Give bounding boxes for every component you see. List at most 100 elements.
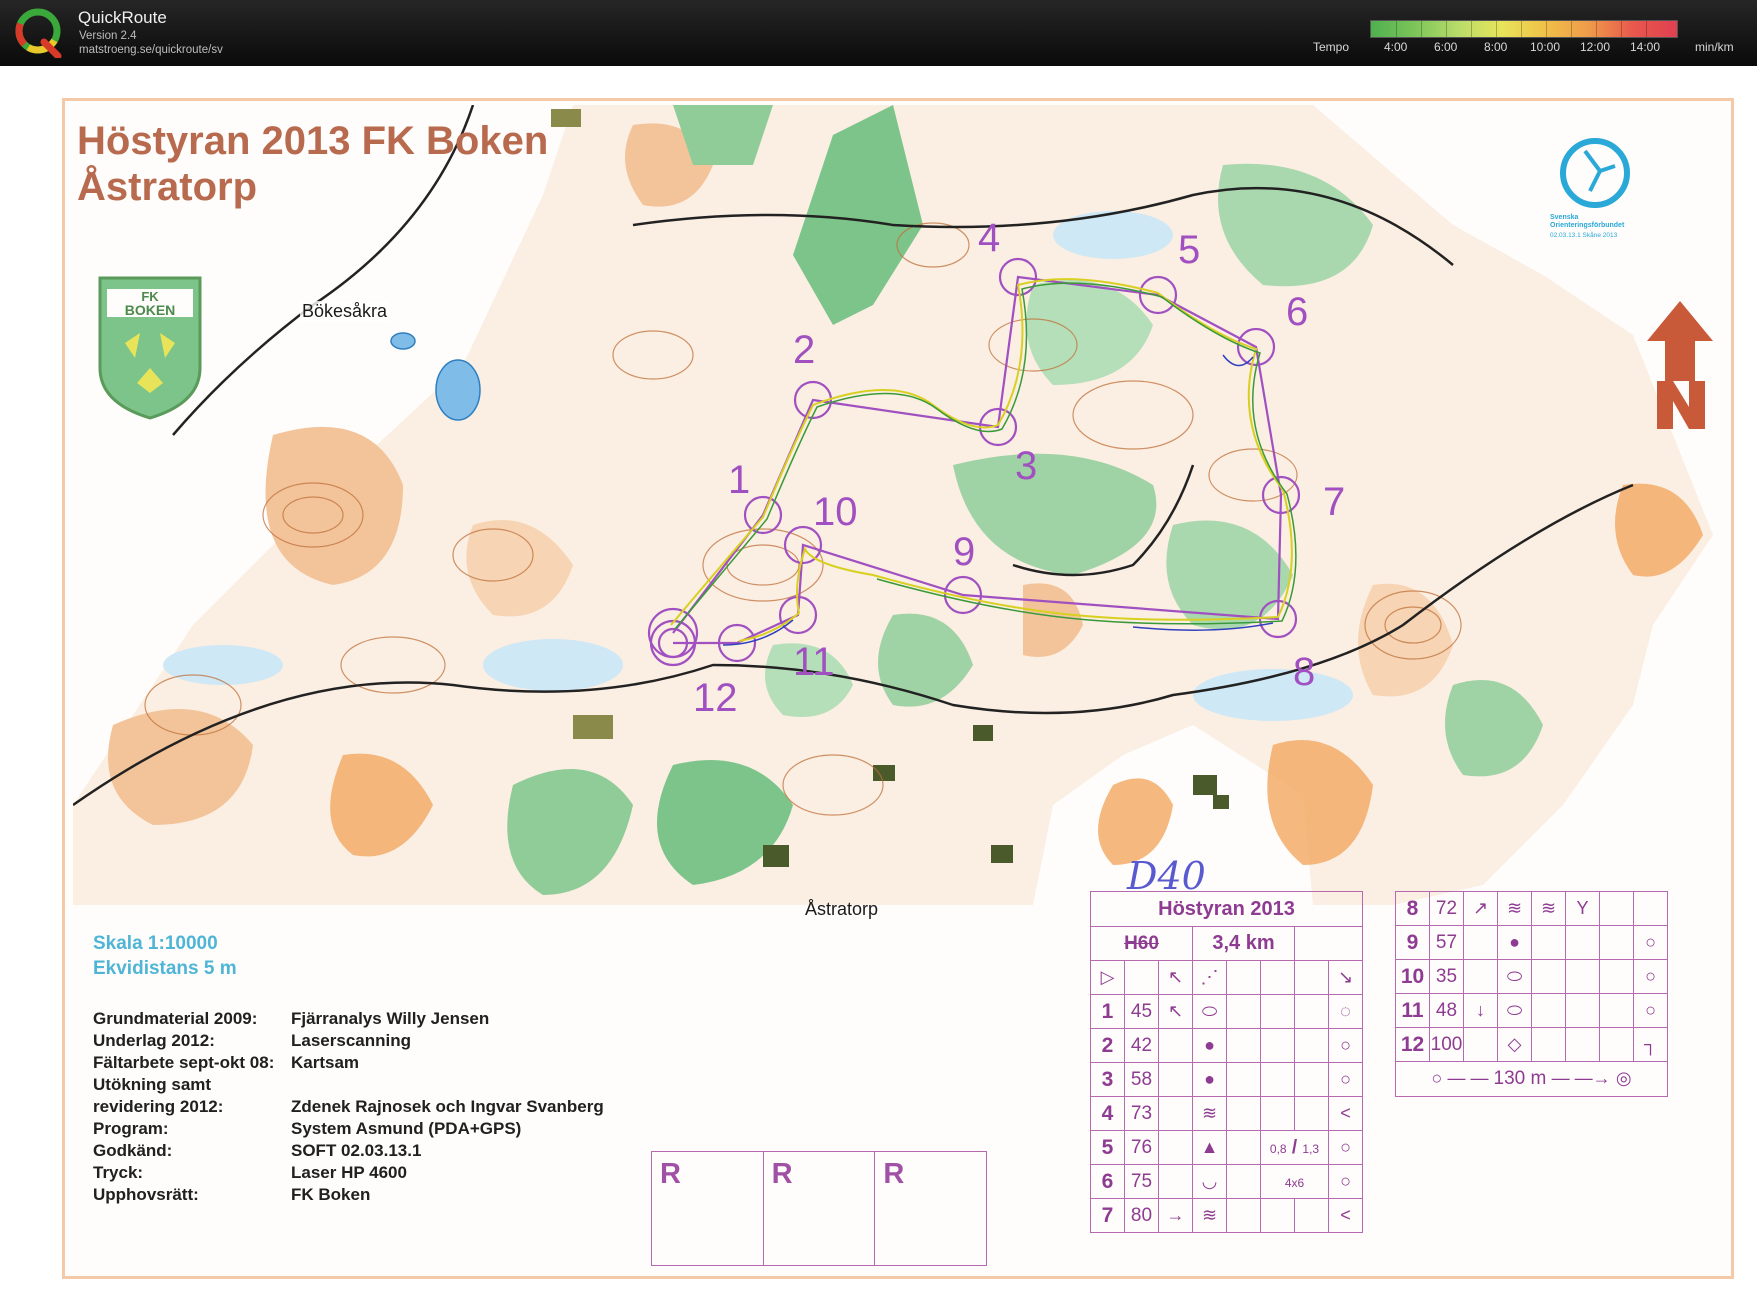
lake	[435, 359, 481, 421]
control-description-table-continued: 8 72 ↗ ≋ ≋ Y 9 57 ● ○ 10 35 ⬭ ○ 11 48 ↓ …	[1395, 891, 1668, 1097]
marsh-area	[483, 639, 623, 691]
app-url-link[interactable]: matstroeng.se/quickroute/sv	[79, 44, 223, 56]
credit-label: Godkänd:	[93, 1141, 173, 1160]
control-code-cell: 45	[1124, 994, 1159, 1029]
control-code-cell: 80	[1124, 1198, 1159, 1233]
depression-icon: ⬭	[1497, 959, 1532, 994]
empty-cell	[1599, 959, 1634, 994]
app-header: QuickRoute Version 2.4 matstroeng.se/qui…	[0, 0, 1757, 66]
map-terrain[interactable]: 1 2 3 4 5 6 7 8 9 10 11 12	[73, 105, 1723, 905]
punch-box: R	[652, 1152, 764, 1265]
course-length: 3,4 km	[1192, 926, 1295, 961]
tempo-tick-mark	[1596, 21, 1597, 37]
building	[1193, 775, 1217, 795]
position-icon: ○	[1633, 925, 1668, 960]
size-value: 4x6	[1284, 1175, 1305, 1190]
map-scale: Skala 1:10000	[93, 933, 218, 954]
marsh-icon: ≋	[1531, 891, 1566, 926]
marsh-area	[163, 645, 283, 685]
club-crest-icon: FK BOKEN	[98, 276, 202, 420]
credit-label: Tryck:	[93, 1163, 144, 1182]
junction-icon: Y	[1565, 891, 1600, 926]
control-code-cell: 73	[1124, 1096, 1159, 1131]
control-number: 1	[728, 458, 750, 502]
direction-icon: ↖	[1158, 994, 1193, 1029]
building	[1213, 795, 1229, 809]
control-number-cell: 12	[1395, 1027, 1430, 1062]
control-number: 2	[793, 328, 815, 372]
empty-cell	[1565, 993, 1600, 1028]
control-code-cell: 35	[1429, 959, 1464, 994]
empty-cell	[1565, 1027, 1600, 1062]
credit-label: Underlag 2012:	[93, 1031, 215, 1050]
building	[991, 845, 1013, 863]
boulder-icon: ●	[1497, 925, 1532, 960]
building	[763, 845, 789, 867]
tempo-tick-mark	[1646, 21, 1647, 37]
control-number-cell: 3	[1090, 1062, 1125, 1097]
control-number: 12	[693, 676, 738, 720]
empty-cell	[1599, 993, 1634, 1028]
app-version: Version 2.4	[79, 30, 137, 42]
tempo-tick-mark	[1621, 21, 1622, 37]
place-name-bokesakra: Bökesåkra	[300, 301, 390, 322]
empty-cell	[1633, 891, 1668, 926]
empty-cell	[1565, 959, 1600, 994]
control-number: 4	[978, 216, 1000, 260]
empty-cell	[1260, 1096, 1295, 1131]
corner-icon: <	[1328, 1198, 1363, 1233]
credit-label: Upphovsrätt:	[93, 1185, 199, 1204]
empty-cell	[1260, 1028, 1295, 1063]
position-icon: ○	[1328, 1164, 1363, 1199]
tempo-tick-mark	[1446, 21, 1447, 37]
map-title: Höstyran 2013 FK Boken	[77, 119, 549, 163]
tempo-tick-label: 8:00	[1484, 40, 1508, 54]
empty-cell	[1158, 1096, 1193, 1131]
empty-cell	[1531, 925, 1566, 960]
empty-cell	[1260, 1062, 1295, 1097]
tempo-tick-mark	[1521, 21, 1522, 37]
map-subtitle: Åstratorp	[77, 165, 258, 209]
empty-cell	[1158, 1062, 1193, 1097]
empty-cell	[1260, 1198, 1295, 1233]
control-number: 6	[1286, 290, 1308, 334]
control-number-cell: 8	[1395, 891, 1430, 926]
credit-value: FK Boken	[291, 1185, 371, 1204]
control-code-cell: 48	[1429, 993, 1464, 1028]
empty-cell	[1158, 1028, 1193, 1063]
control-number: 10	[813, 490, 858, 534]
north-arrow-icon	[1647, 301, 1713, 429]
crest-text: BOKEN	[125, 302, 176, 318]
finish-circle-icon: ○	[1431, 1068, 1443, 1088]
control-number: 8	[1293, 650, 1315, 694]
dash-line-icon: — —	[1447, 1068, 1494, 1088]
corner-icon: <	[1328, 1096, 1363, 1131]
punch-box: R	[875, 1152, 986, 1265]
event-name: Höstyran 2013	[1090, 891, 1363, 927]
marsh-area	[1053, 211, 1173, 259]
control-code-cell: 75	[1124, 1164, 1159, 1199]
dimensions-cell: 4x6	[1260, 1164, 1329, 1199]
control-number: 5	[1178, 228, 1200, 272]
control-code-cell: 58	[1124, 1062, 1159, 1097]
position-icon: ○	[1633, 993, 1668, 1028]
size-top: 0,8	[1269, 1141, 1287, 1156]
marsh-icon: ≋	[1192, 1096, 1227, 1131]
building	[973, 725, 993, 741]
control-code-cell: 76	[1124, 1130, 1159, 1165]
tempo-tick-label: 4:00	[1384, 40, 1408, 54]
tempo-unit: min/km	[1695, 40, 1734, 54]
credit-value: Zdenek Rajnosek och Ingvar Svanberg	[291, 1097, 604, 1116]
place-name-astratorp: Åstratorp	[805, 899, 879, 919]
empty-cell	[1294, 1062, 1329, 1097]
tempo-tick-mark	[1421, 21, 1422, 37]
empty-cell	[1226, 1062, 1261, 1097]
empty-cell	[1294, 960, 1329, 995]
control-number-cell: 2	[1090, 1028, 1125, 1063]
control-number-cell: 4	[1090, 1096, 1125, 1131]
control-number-cell: 6	[1090, 1164, 1125, 1199]
direction-icon: →	[1158, 1198, 1193, 1233]
punch-box-label: R	[883, 1158, 905, 1190]
control-number-cell: 11	[1395, 993, 1430, 1028]
direction-icon: ↗	[1463, 891, 1498, 926]
